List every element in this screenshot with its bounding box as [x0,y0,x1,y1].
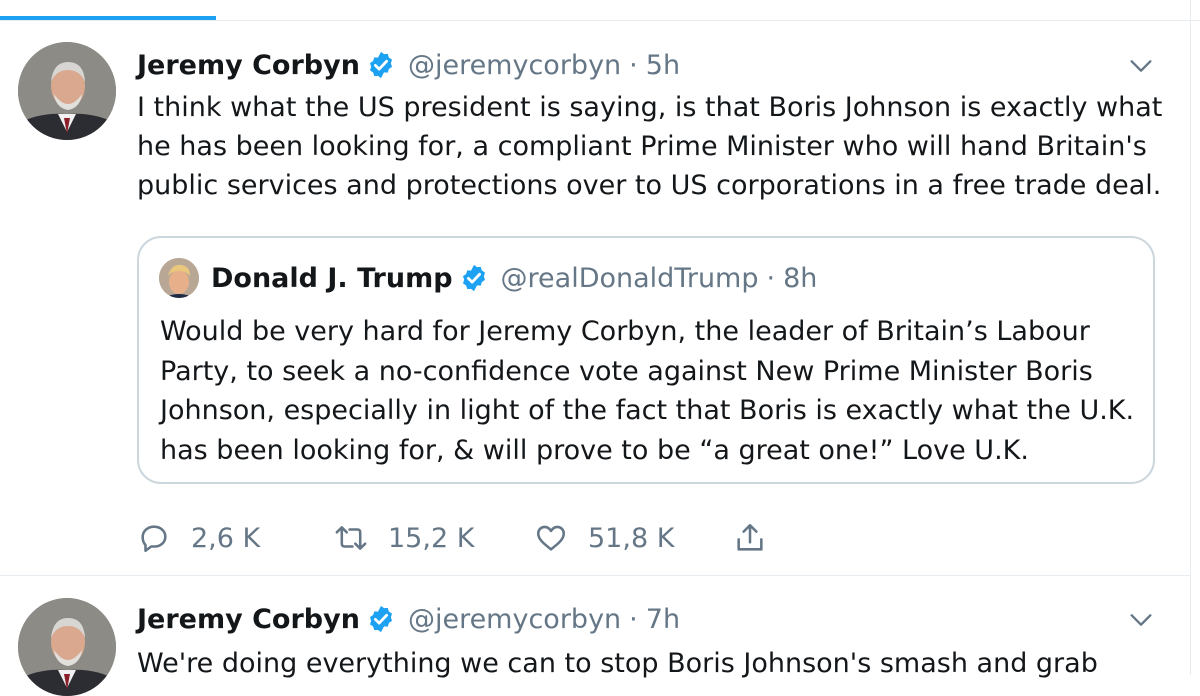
heart-icon [536,525,566,551]
quoted-tweet[interactable]: Donald J. Trump @realDonaldTrump · 8h Wo… [137,236,1155,484]
share-button[interactable] [733,518,767,558]
author-handle[interactable]: @jeremycorbyn [408,604,621,635]
tweet-header: Jeremy Corbyn @jeremycorbyn · 5h [137,47,680,83]
verified-badge-icon [369,605,392,633]
separator-dot: · [629,49,638,81]
tweet-text-line: public services and protections over to … [137,170,1162,201]
tweet-text-line: I think what the US president is saying,… [137,92,1163,123]
separator-dot: · [766,262,776,294]
active-tab-indicator [0,16,216,20]
author-name[interactable]: Jeremy Corbyn [137,604,360,635]
tweet-actions: 2,6 K 15,2 K 51,8 K [137,518,837,558]
avatar[interactable] [18,42,116,140]
quoted-text-line: Johnson, especially in light of the fact… [160,395,1135,426]
retweet-count: 15,2 K [388,522,475,554]
timestamp[interactable]: 5h [646,50,680,81]
tweet-text-line: We're doing everything we can to stop Bo… [137,648,1098,679]
like-button[interactable]: 51,8 K [534,518,674,558]
quoted-text-line: Would be very hard for Jeremy Corbyn, th… [160,316,1090,347]
separator-dot: · [629,603,638,635]
reply-count: 2,6 K [191,522,261,554]
author-handle[interactable]: @jeremycorbyn [408,50,621,81]
quoted-author-name[interactable]: Donald J. Trump [211,263,453,294]
reply-button[interactable]: 2,6 K [137,518,260,558]
quoted-timestamp[interactable]: 8h [783,263,817,294]
tweet-text: We're doing everything we can to stop Bo… [137,644,1177,683]
tweet[interactable]: Jeremy Corbyn @jeremycorbyn · 5h I think… [0,22,1190,576]
tweet-text-line: he has been looking for, a compliant Pri… [137,131,1147,162]
share-icon [737,523,763,551]
tweet-header: Jeremy Corbyn @jeremycorbyn · 7h [137,601,680,637]
quoted-tweet-text: Would be very hard for Jeremy Corbyn, th… [160,312,1150,470]
retweet-icon [335,526,367,550]
quoted-avatar[interactable] [159,258,199,298]
quoted-author-handle[interactable]: @realDonaldTrump [501,263,759,294]
quoted-tweet-header: Donald J. Trump @realDonaldTrump · 8h [211,260,817,296]
author-name[interactable]: Jeremy Corbyn [137,50,360,81]
verified-badge-icon [369,51,392,79]
chevron-down-icon[interactable] [1127,52,1155,80]
tweet-text: I think what the US president is saying,… [137,88,1177,205]
timestamp[interactable]: 7h [646,604,680,635]
quoted-text-line: has been looking for, & will prove to be… [160,434,1029,466]
timeline-border [1190,0,1191,675]
like-count: 51,8 K [588,522,675,554]
quoted-text-line: Party, to seek a no-confidence vote agai… [160,355,1093,387]
top-tab-bar [0,0,1200,21]
chevron-down-icon[interactable] [1127,606,1155,634]
verified-badge-icon [462,264,485,292]
retweet-button[interactable]: 15,2 K [334,518,474,558]
reply-icon [141,525,167,553]
avatar[interactable] [18,598,116,696]
